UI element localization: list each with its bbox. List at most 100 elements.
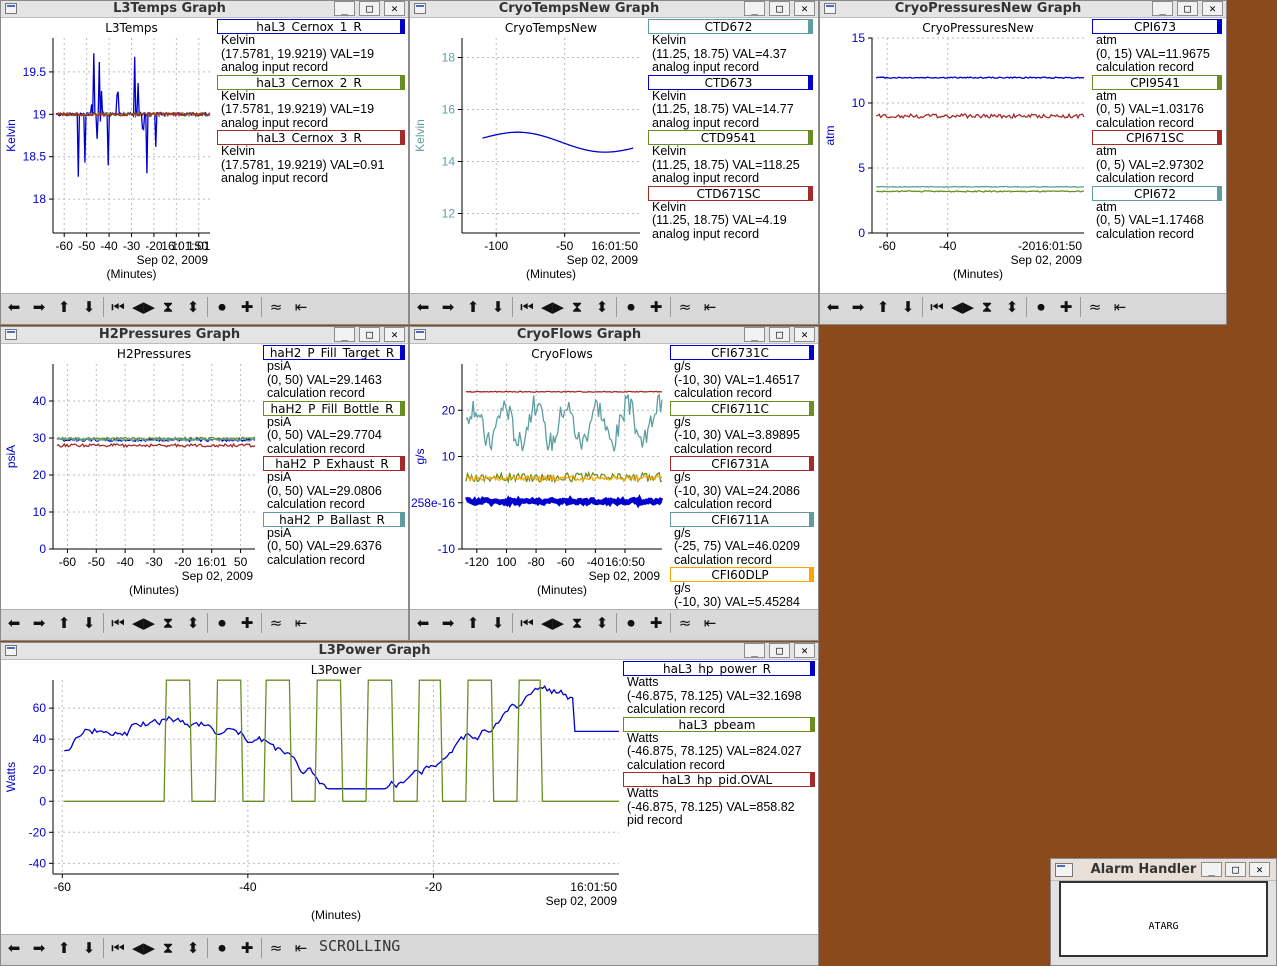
legend-entry[interactable]: CFI6711A g/s (-25, 75) VAL=46.0209 calculat… <box>670 511 814 568</box>
plus-icon[interactable]: ✚ <box>645 613 667 633</box>
up-down-icon[interactable]: ⬍ <box>1001 297 1023 317</box>
arrow-down-icon[interactable]: ⬇ <box>487 613 509 633</box>
legend-channel-name[interactable]: haH2_P_Exhaust_R <box>263 456 405 471</box>
arrow-right-icon[interactable]: ➡ <box>28 613 50 633</box>
window-titlebar[interactable]: L3Power Graph _ □ ✕ <box>1 643 818 660</box>
step-start-icon[interactable]: ⏮ <box>107 613 129 633</box>
arrow-down-icon[interactable]: ⬇ <box>78 297 100 317</box>
close-button[interactable]: ✕ <box>794 1 815 16</box>
end-icon[interactable]: ⇤ <box>699 297 721 317</box>
minimize-button[interactable]: _ <box>744 327 765 342</box>
legend-entry[interactable]: CPI673 atm (0, 15) VAL=11.9675 calculation … <box>1092 19 1222 75</box>
maximize-button[interactable]: □ <box>769 643 790 658</box>
arrow-left-icon[interactable]: ⬅ <box>822 297 844 317</box>
strip-chart[interactable]: CryoFlows -10 258e-16 10 20 -120 100 -80 -60 -40 1… <box>410 344 668 609</box>
legend-entry[interactable]: haL3_pbeam Watts (-46.875, 78.125) VAL=824… <box>623 716 815 773</box>
arrow-down-icon[interactable]: ⬇ <box>487 297 509 317</box>
up-down-icon[interactable]: ⬍ <box>182 938 204 958</box>
plus-icon[interactable]: ✚ <box>236 297 258 317</box>
step-start-icon[interactable]: ⏮ <box>516 613 538 633</box>
arrow-right-icon[interactable]: ➡ <box>28 297 50 317</box>
step-start-icon[interactable]: ⏮ <box>516 297 538 317</box>
legend-channel-name[interactable]: CFI6711C <box>670 400 814 416</box>
up-down-icon[interactable]: ⬍ <box>182 613 204 633</box>
step-start-icon[interactable]: ⏮ <box>107 938 129 958</box>
hourglass-icon[interactable]: ⧗ <box>566 297 588 317</box>
up-down-icon[interactable]: ⬍ <box>182 297 204 317</box>
step-both-icon[interactable]: ◀▶ <box>541 297 564 317</box>
window-titlebar[interactable]: L3Temps Graph _ □ ✕ <box>1 1 408 18</box>
arrow-right-icon[interactable]: ➡ <box>847 297 869 317</box>
end-icon[interactable]: ⇤ <box>699 613 721 633</box>
circle-icon[interactable]: ⏺ <box>620 613 642 633</box>
zigzag-icon[interactable]: ≈ <box>1084 297 1106 317</box>
hourglass-icon[interactable]: ⧗ <box>157 938 179 958</box>
legend-channel-name[interactable]: CPI673 <box>1092 19 1222 34</box>
arrow-left-icon[interactable]: ⬅ <box>3 297 25 317</box>
close-button[interactable]: ✕ <box>794 643 815 658</box>
arrow-up-icon[interactable]: ⬆ <box>53 613 75 633</box>
circle-icon[interactable]: ⏺ <box>211 938 233 958</box>
plus-icon[interactable]: ✚ <box>1055 297 1077 317</box>
step-both-icon[interactable]: ◀▶ <box>132 297 155 317</box>
circle-icon[interactable]: ⏺ <box>620 297 642 317</box>
end-icon[interactable]: ⇤ <box>1109 297 1131 317</box>
legend-channel-name[interactable]: CFI6731C <box>670 345 814 360</box>
close-button[interactable]: ✕ <box>1202 1 1223 16</box>
legend-channel-name[interactable]: haL3_Cernox_1_R <box>217 19 405 34</box>
step-both-icon[interactable]: ◀▶ <box>541 613 564 633</box>
hourglass-icon[interactable]: ⧗ <box>566 613 588 633</box>
hourglass-icon[interactable]: ⧗ <box>976 297 998 317</box>
legend-entry[interactable]: CFI6731C g/s (-10, 30) VAL=1.46517 calculat… <box>670 345 814 401</box>
legend-channel-name[interactable]: CTD671SC <box>648 185 813 201</box>
up-down-icon[interactable]: ⬍ <box>591 297 613 317</box>
legend-channel-name[interactable]: CPI671SC <box>1092 130 1222 145</box>
close-button[interactable]: ✕ <box>384 327 405 342</box>
legend-channel-name[interactable]: haL3_pbeam <box>623 716 815 732</box>
hourglass-icon[interactable]: ⧗ <box>157 297 179 317</box>
arrow-up-icon[interactable]: ⬆ <box>462 297 484 317</box>
alarm-item[interactable]: ATARG <box>1061 921 1266 932</box>
legend-entry[interactable]: CPI9541 atm (0, 5) VAL=1.03176 calculation … <box>1092 74 1222 131</box>
up-down-icon[interactable]: ⬍ <box>591 613 613 633</box>
arrow-up-icon[interactable]: ⬆ <box>872 297 894 317</box>
window-titlebar[interactable]: CryoFlows Graph _ □ ✕ <box>410 327 818 344</box>
legend-entry[interactable]: haL3_hp_power_R Watts (-46.875, 78.125) VA… <box>623 661 815 717</box>
legend-entry[interactable]: haH2_P_Ballast_R psiA (0, 50) VAL=29.6376 c… <box>263 511 405 568</box>
legend-channel-name[interactable]: CPI9541 <box>1092 74 1222 90</box>
close-button[interactable]: ✕ <box>794 327 815 342</box>
strip-chart[interactable]: H2Pressures 0 10 20 30 40 -60 -50 -40 -30 -20 16:01… <box>1 344 261 609</box>
legend-entry[interactable]: CFI6731A g/s (-10, 30) VAL=24.2086 calculat… <box>670 456 814 512</box>
step-both-icon[interactable]: ◀▶ <box>132 613 155 633</box>
zigzag-icon[interactable]: ≈ <box>265 938 287 958</box>
minimize-button[interactable]: _ <box>744 1 765 16</box>
legend-channel-name[interactable]: CFI6711A <box>670 511 814 527</box>
step-both-icon[interactable]: ◀▶ <box>951 297 974 317</box>
arrow-left-icon[interactable]: ⬅ <box>412 613 434 633</box>
arrow-left-icon[interactable]: ⬅ <box>3 613 25 633</box>
end-icon[interactable]: ⇤ <box>290 613 312 633</box>
window-titlebar[interactable]: CryoTempsNew Graph _ □ ✕ <box>410 1 818 18</box>
legend-channel-name[interactable]: haL3_hp_pid.OVAL <box>623 772 815 787</box>
minimize-button[interactable]: _ <box>744 643 765 658</box>
arrow-down-icon[interactable]: ⬇ <box>78 613 100 633</box>
hourglass-icon[interactable]: ⧗ <box>157 613 179 633</box>
arrow-down-icon[interactable]: ⬇ <box>78 938 100 958</box>
window-titlebar[interactable]: H2Pressures Graph _ □ ✕ <box>1 327 408 344</box>
maximize-button[interactable]: □ <box>1225 862 1246 877</box>
arrow-up-icon[interactable]: ⬆ <box>53 938 75 958</box>
legend-entry[interactable]: CFI6711C g/s (-10, 30) VAL=3.89895 calculat… <box>670 400 814 457</box>
strip-chart[interactable]: CryoPressuresNew 0 5 10 15 -60 -40 atm -2016:01:… <box>820 18 1090 293</box>
minimize-button[interactable]: _ <box>1201 862 1222 877</box>
arrow-right-icon[interactable]: ➡ <box>28 938 50 958</box>
legend-entry[interactable]: haL3_hp_pid.OVAL Watts (-46.875, 78.125) V… <box>623 772 815 828</box>
maximize-button[interactable]: □ <box>769 327 790 342</box>
legend-entry[interactable]: haL3_Cernox_2_R Kelvin (17.5781, 19.9219) … <box>217 74 405 131</box>
step-both-icon[interactable]: ◀▶ <box>132 938 155 958</box>
strip-chart[interactable]: CryoTempsNew 12 14 16 18 -100 -50 Kelvin 16:01:5… <box>410 18 646 293</box>
maximize-button[interactable]: □ <box>359 1 380 16</box>
legend-entry[interactable]: haH2_P_Exhaust_R psiA (0, 50) VAL=29.0806 c… <box>263 456 405 512</box>
legend-channel-name[interactable]: haL3_Cernox_2_R <box>217 74 405 90</box>
legend-channel-name[interactable]: haL3_Cernox_3_R <box>217 130 405 145</box>
legend-entry[interactable]: CTD673 Kelvin (11.25, 18.75) VAL=14.77 anal… <box>648 74 813 131</box>
